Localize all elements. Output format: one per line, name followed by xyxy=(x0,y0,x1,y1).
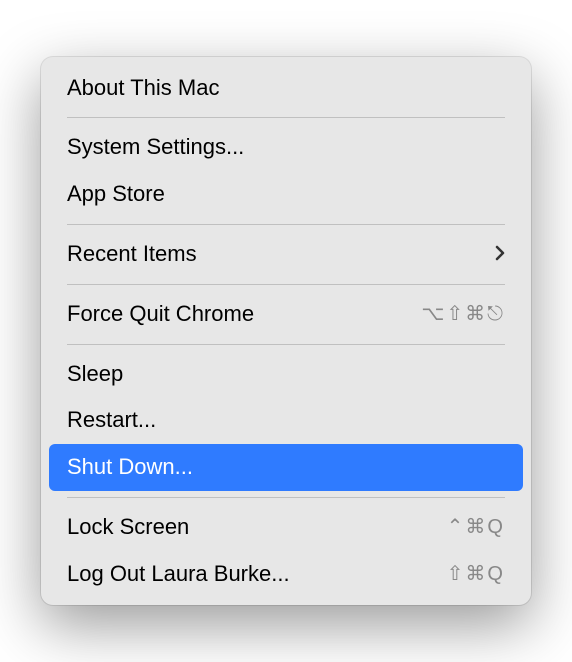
menu-item-label: Lock Screen xyxy=(67,512,447,543)
menu-item-about[interactable]: About This Mac xyxy=(49,65,523,112)
menu-item-label: Restart... xyxy=(67,405,505,436)
menu-item-label: Log Out Laura Burke... xyxy=(67,559,447,590)
menu-item-restart[interactable]: Restart... xyxy=(49,397,523,444)
separator xyxy=(67,344,505,345)
keyboard-shortcut: ⇧⌘Q xyxy=(447,560,505,588)
menu-item-log-out[interactable]: Log Out Laura Burke... ⇧⌘Q xyxy=(49,551,523,598)
menu-item-sleep[interactable]: Sleep xyxy=(49,351,523,398)
menu-item-label: Shut Down... xyxy=(67,452,505,483)
separator xyxy=(67,497,505,498)
menu-item-label: Sleep xyxy=(67,359,505,390)
menu-item-recent-items[interactable]: Recent Items xyxy=(49,231,523,278)
chevron-right-icon xyxy=(495,239,505,270)
separator xyxy=(67,117,505,118)
menu-item-shut-down[interactable]: Shut Down... xyxy=(49,444,523,491)
menu-item-label: Force Quit Chrome xyxy=(67,299,421,330)
apple-menu: About This Mac System Settings... App St… xyxy=(41,57,531,606)
menu-item-label: App Store xyxy=(67,179,505,210)
separator xyxy=(67,284,505,285)
menu-item-lock-screen[interactable]: Lock Screen ⌃⌘Q xyxy=(49,504,523,551)
separator xyxy=(67,224,505,225)
menu-item-force-quit[interactable]: Force Quit Chrome ⌥⇧⌘⎋ xyxy=(49,291,523,338)
menu-item-label: System Settings... xyxy=(67,132,505,163)
keyboard-shortcut: ⌥⇧⌘⎋ xyxy=(421,300,505,328)
keyboard-shortcut: ⌃⌘Q xyxy=(447,513,505,541)
menu-item-app-store[interactable]: App Store xyxy=(49,171,523,218)
menu-item-label: Recent Items xyxy=(67,239,495,270)
menu-item-label: About This Mac xyxy=(67,73,505,104)
menu-item-system-settings[interactable]: System Settings... xyxy=(49,124,523,171)
